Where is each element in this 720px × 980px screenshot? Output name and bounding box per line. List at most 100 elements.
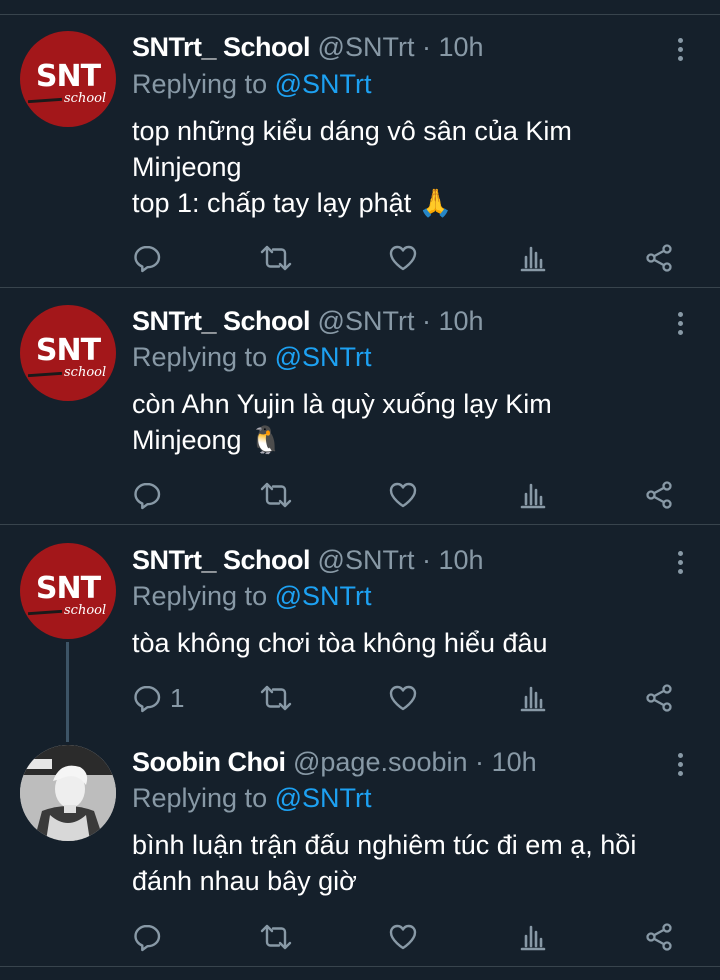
analytics-button[interactable] bbox=[518, 241, 548, 275]
avatar-logo-text: SNT bbox=[35, 333, 101, 368]
avatar[interactable]: SNT school bbox=[20, 543, 116, 639]
author-handle[interactable]: @SNTrt bbox=[318, 32, 415, 62]
avatar-logo-text: SNT bbox=[35, 59, 101, 94]
tweet-text: còn Ahn Yujin là quỳ xuống lạy Kim Minje… bbox=[132, 386, 702, 458]
reply-icon bbox=[134, 245, 161, 273]
reply-icon bbox=[134, 482, 161, 510]
retweet-button[interactable] bbox=[259, 478, 293, 512]
author-name[interactable]: SNTrt_ School bbox=[132, 545, 311, 575]
separator-dot: · bbox=[421, 32, 431, 62]
tweet-actions bbox=[132, 241, 692, 275]
timestamp[interactable]: 10h bbox=[438, 306, 483, 336]
author-name[interactable]: Soobin Choi bbox=[132, 747, 286, 777]
replying-mention-link[interactable]: @SNTrt bbox=[275, 342, 372, 372]
heart-icon bbox=[389, 245, 417, 271]
top-divider bbox=[0, 0, 720, 15]
tweet-text: bình luận trận đấu nghiêm túc đi em ạ, h… bbox=[132, 827, 702, 899]
tweet-text-line: top những kiểu dáng vô sân của Kim bbox=[132, 116, 572, 146]
like-button[interactable] bbox=[388, 478, 418, 512]
tweet-text-line: còn Ahn Yujin là quỳ xuống lạy Kim bbox=[132, 389, 552, 419]
analytics-icon bbox=[520, 686, 546, 712]
analytics-icon bbox=[520, 483, 546, 509]
retweet-icon bbox=[260, 245, 292, 271]
reply-button[interactable] bbox=[132, 241, 170, 275]
profile-photo-icon bbox=[20, 745, 116, 841]
like-button[interactable] bbox=[388, 920, 418, 954]
tweet-header: SNTrt_ School @SNTrt · 10h bbox=[132, 304, 484, 338]
replying-prefix: Replying to bbox=[132, 783, 268, 813]
timestamp[interactable]: 10h bbox=[438, 32, 483, 62]
share-button[interactable] bbox=[644, 241, 674, 275]
share-icon bbox=[646, 923, 672, 951]
retweet-button[interactable] bbox=[259, 920, 293, 954]
share-button[interactable] bbox=[644, 920, 674, 954]
share-icon bbox=[646, 244, 672, 272]
tweet-header: SNTrt_ School @SNTrt · 10h bbox=[132, 543, 484, 577]
reply-count: 1 bbox=[170, 682, 185, 713]
thread-connector-line bbox=[66, 642, 69, 742]
tweet-divider bbox=[0, 524, 720, 525]
author-name[interactable]: SNTrt_ School bbox=[132, 306, 311, 336]
author-handle[interactable]: @SNTrt bbox=[318, 306, 415, 336]
analytics-icon bbox=[520, 925, 546, 951]
avatar[interactable]: SNT school bbox=[20, 31, 116, 127]
like-button[interactable] bbox=[388, 241, 418, 275]
replying-to: Replying to @SNTrt bbox=[132, 67, 372, 101]
avatar[interactable] bbox=[20, 745, 116, 841]
share-icon bbox=[646, 481, 672, 509]
tweet-header: SNTrt_ School @SNTrt · 10h bbox=[132, 30, 484, 64]
replying-to: Replying to @SNTrt bbox=[132, 781, 372, 815]
replying-mention-link[interactable]: @SNTrt bbox=[275, 581, 372, 611]
tweet-text: top những kiểu dáng vô sân của Kim Minje… bbox=[132, 113, 702, 221]
avatar-logo-text: SNT bbox=[35, 571, 101, 606]
like-button[interactable] bbox=[388, 681, 418, 715]
reply-button[interactable] bbox=[132, 478, 170, 512]
reply-icon bbox=[134, 924, 161, 952]
tweet-actions bbox=[132, 478, 692, 512]
avatar-logo-mark bbox=[27, 371, 63, 378]
tweet-text: tòa không chơi tòa không hiểu đâu bbox=[132, 625, 702, 661]
share-button[interactable] bbox=[644, 478, 674, 512]
replying-mention-link[interactable]: @SNTrt bbox=[275, 783, 372, 813]
retweet-button[interactable] bbox=[259, 241, 293, 275]
reply-button[interactable]: 1 bbox=[132, 681, 184, 715]
heart-icon bbox=[389, 685, 417, 711]
share-icon bbox=[646, 684, 672, 712]
separator-dot: · bbox=[475, 747, 485, 777]
retweet-icon bbox=[260, 482, 292, 508]
analytics-button[interactable] bbox=[518, 920, 548, 954]
tweet-text-line: Minjeong 🐧 bbox=[132, 425, 283, 455]
timestamp[interactable]: 10h bbox=[438, 545, 483, 575]
tweet-text-line: top 1: chấp tay lạy phật 🙏 bbox=[132, 188, 453, 218]
separator-dot: · bbox=[421, 545, 431, 575]
tweet-actions: 1 bbox=[132, 681, 692, 715]
avatar[interactable]: SNT school bbox=[20, 305, 116, 401]
retweet-icon bbox=[260, 924, 292, 950]
analytics-icon bbox=[520, 246, 546, 272]
reply-button[interactable] bbox=[132, 920, 170, 954]
tweet-header: Soobin Choi @page.soobin · 10h bbox=[132, 745, 537, 779]
analytics-button[interactable] bbox=[518, 681, 548, 715]
timestamp[interactable]: 10h bbox=[492, 747, 537, 777]
author-name[interactable]: SNTrt_ School bbox=[132, 32, 311, 62]
tweet-text-line: đánh nhau bây giờ bbox=[132, 866, 357, 896]
tweet-text-line: bình luận trận đấu nghiêm túc đi em ạ, h… bbox=[132, 830, 637, 860]
more-options-icon[interactable] bbox=[670, 753, 690, 780]
tweet-divider bbox=[0, 966, 720, 967]
replying-prefix: Replying to bbox=[132, 342, 268, 372]
replying-to: Replying to @SNTrt bbox=[132, 579, 372, 613]
share-button[interactable] bbox=[644, 681, 674, 715]
author-handle[interactable]: @SNTrt bbox=[318, 545, 415, 575]
tweet-text-line: tòa không chơi tòa không hiểu đâu bbox=[132, 628, 548, 658]
retweet-button[interactable] bbox=[259, 681, 293, 715]
analytics-button[interactable] bbox=[518, 478, 548, 512]
more-options-icon[interactable] bbox=[670, 38, 690, 65]
author-handle[interactable]: @page.soobin bbox=[293, 747, 468, 777]
more-options-icon[interactable] bbox=[670, 312, 690, 339]
tweet-actions bbox=[132, 920, 692, 954]
replying-mention-link[interactable]: @SNTrt bbox=[275, 69, 372, 99]
more-options-icon[interactable] bbox=[670, 551, 690, 578]
retweet-icon bbox=[260, 685, 292, 711]
heart-icon bbox=[389, 924, 417, 950]
avatar-logo-subtext: school bbox=[64, 91, 107, 106]
